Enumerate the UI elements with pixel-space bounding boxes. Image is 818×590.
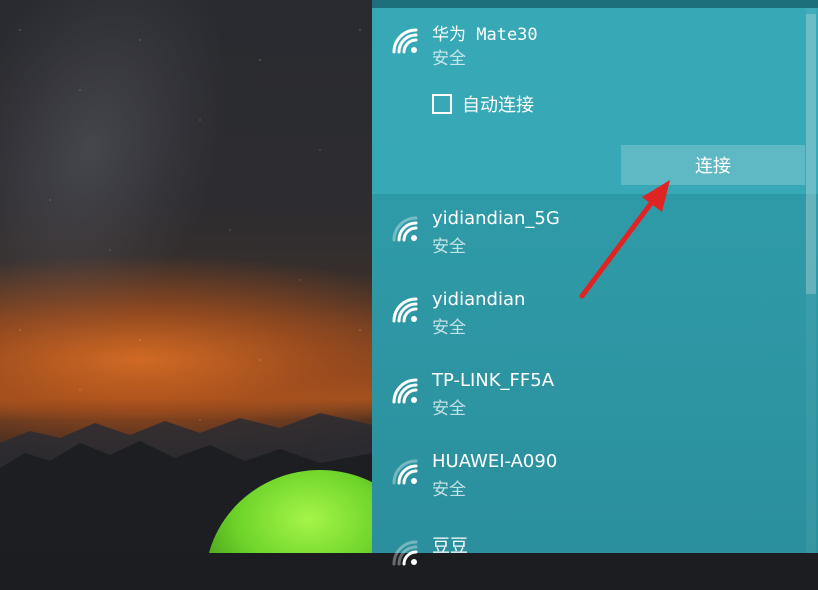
network-status: 安全 <box>432 237 466 257</box>
network-name: TP-LINK_FF5A <box>432 370 555 391</box>
network-name: HUAWEI-A090 <box>432 451 558 472</box>
network-status: 安全 <box>432 318 466 338</box>
network-name: yidiandian <box>432 289 526 310</box>
connect-button[interactable]: 连接 <box>621 145 805 185</box>
network-status: 安全 <box>432 399 466 419</box>
network-item[interactable]: yidiandian 安全 <box>372 277 802 347</box>
flyout-top-edge <box>372 0 818 8</box>
network-item[interactable]: HUAWEI-A090 安全 <box>372 439 802 509</box>
scrollbar-thumb[interactable] <box>806 14 816 294</box>
wifi-signal-icon <box>392 540 418 566</box>
network-item[interactable]: yidiandian_5G 安全 <box>372 196 802 266</box>
network-name-text: 华为 Mate30 <box>432 25 538 45</box>
wifi-signal-icon <box>392 459 418 485</box>
scrollbar[interactable] <box>806 8 816 553</box>
auto-connect-label: 自动连接 <box>462 95 534 116</box>
wifi-signal-icon <box>392 297 418 323</box>
network-item-selected[interactable]: 华为 Mate30 安全 <box>372 8 802 78</box>
auto-connect-checkbox[interactable] <box>432 94 452 114</box>
network-name: yidiandian_5G <box>432 208 560 229</box>
network-flyout: 华为 Mate30 安全 自动连接 连接 yidiandian_5G 安全 yi… <box>372 0 818 566</box>
desktop-wallpaper <box>0 0 372 553</box>
wifi-signal-icon <box>392 216 418 242</box>
auto-connect-row[interactable]: 自动连接 <box>432 90 534 118</box>
network-status: 安全 <box>432 49 466 69</box>
network-item[interactable]: TP-LINK_FF5A 安全 <box>372 358 802 428</box>
network-status: 安全 <box>432 480 466 500</box>
selected-network-panel[interactable]: 华为 Mate30 安全 自动连接 连接 <box>372 8 818 194</box>
wifi-signal-icon <box>392 378 418 404</box>
network-item[interactable]: 豆豆 <box>372 520 802 590</box>
wifi-signal-icon <box>392 28 418 54</box>
network-name: 华为 Mate30 <box>432 20 538 45</box>
network-name: 豆豆 <box>432 536 468 557</box>
